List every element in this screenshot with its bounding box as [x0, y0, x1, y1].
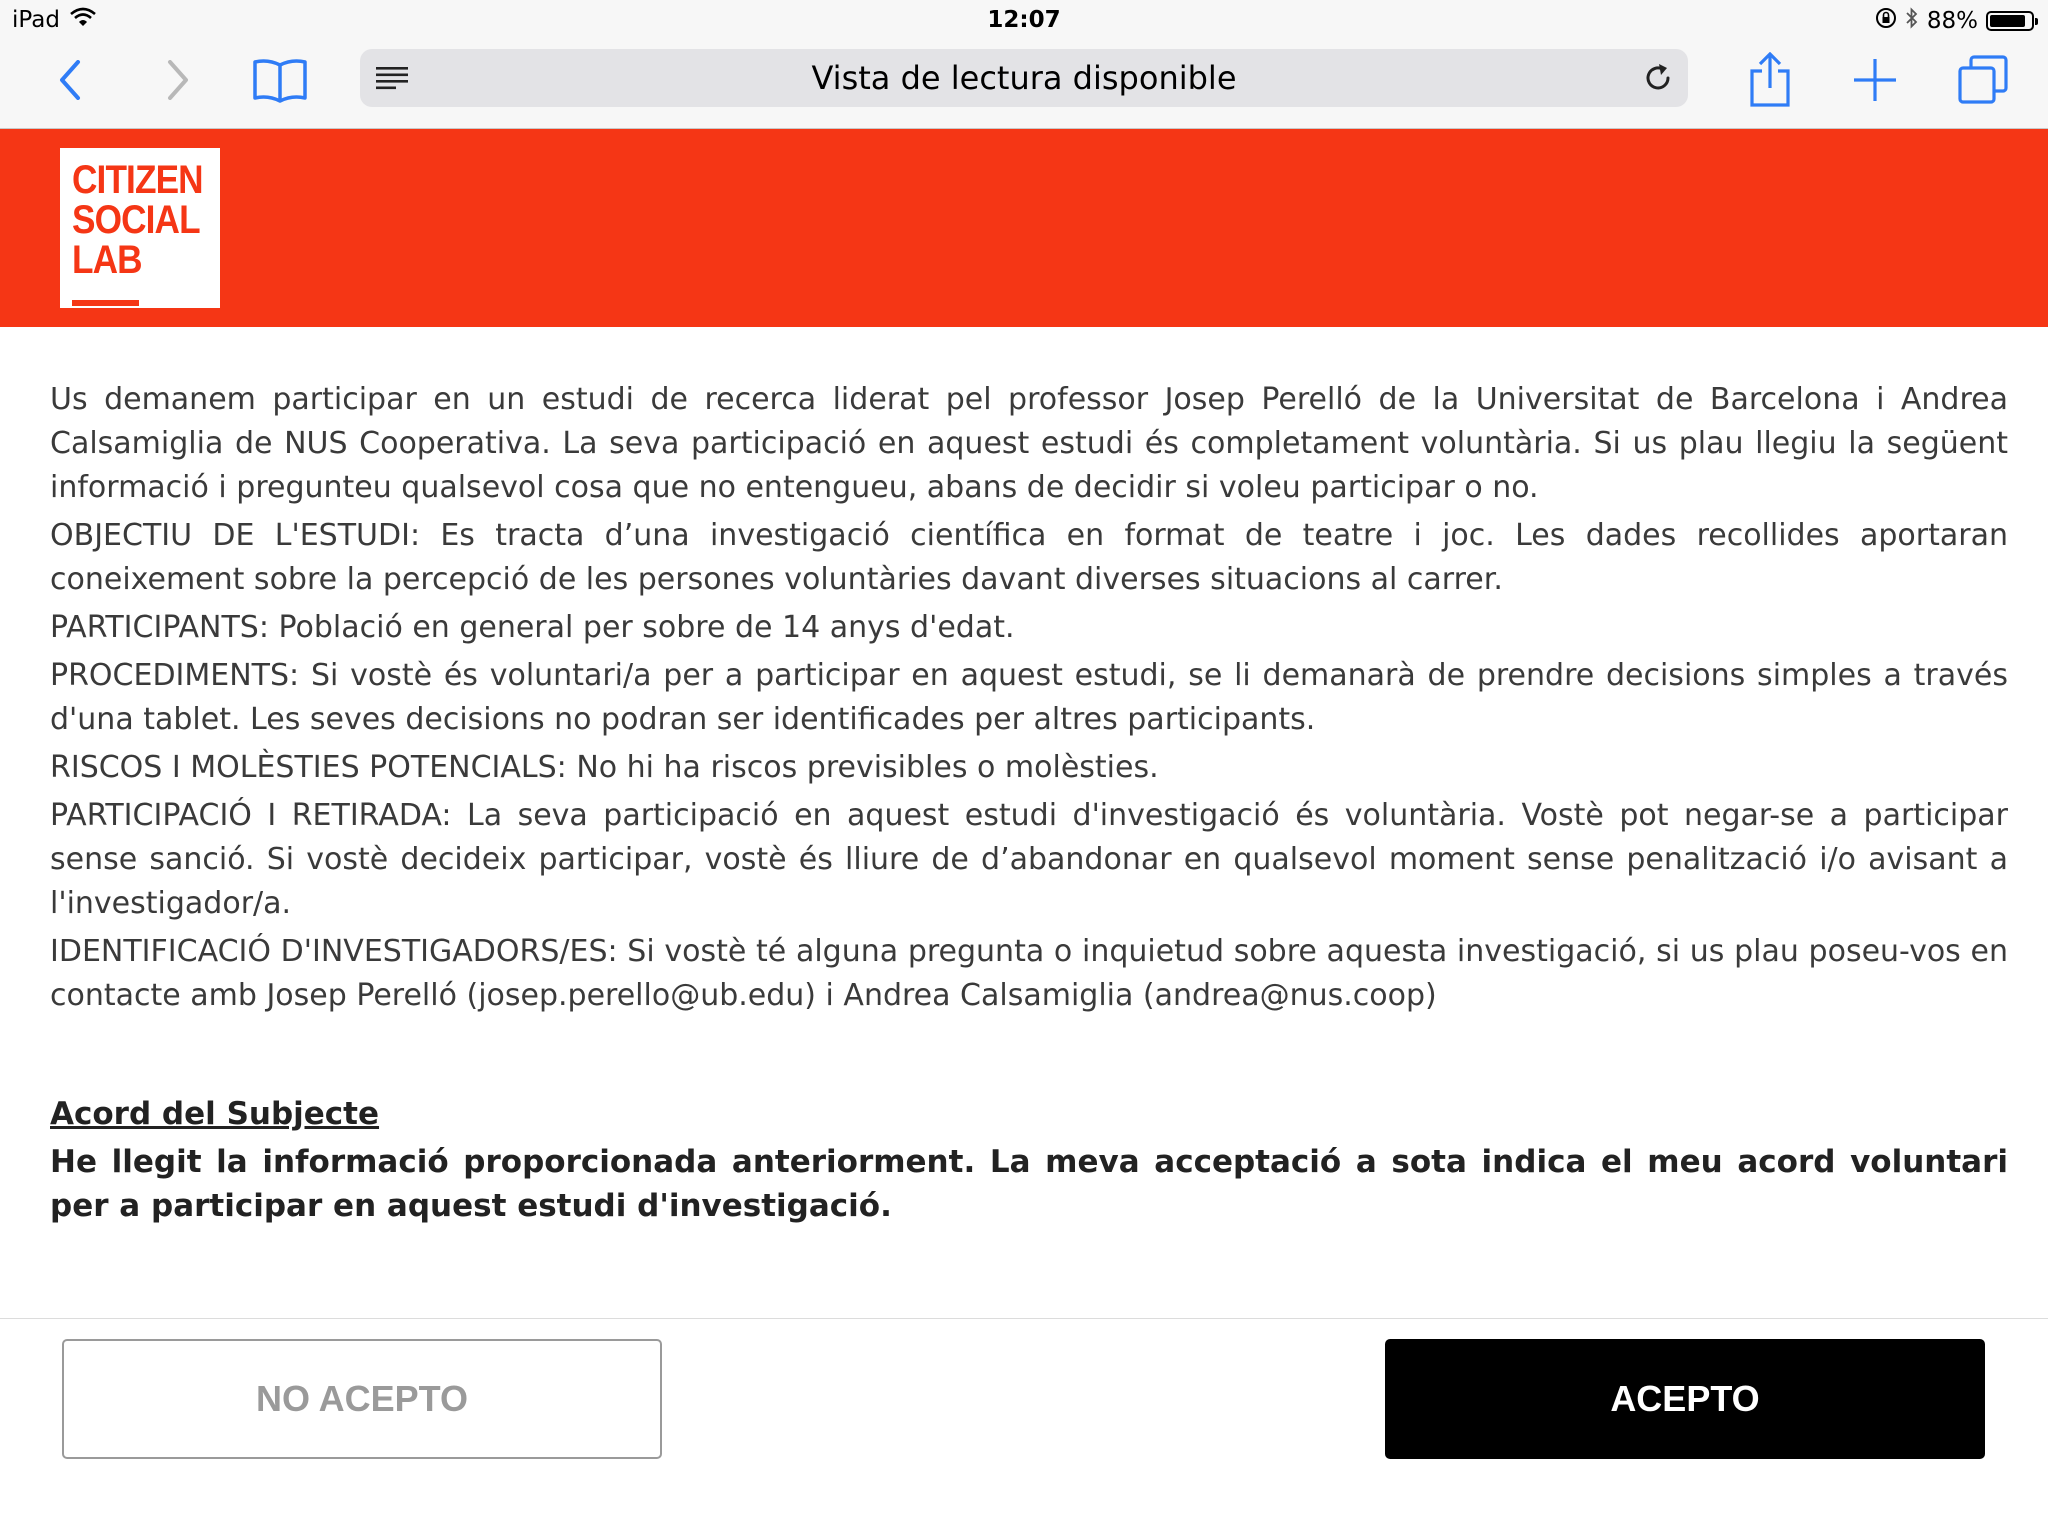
- brand-header: CITIZEN SOCIAL LAB: [0, 129, 2048, 327]
- procedures-paragraph: PROCEDIMENTS: Si vostè és voluntari/a pe…: [50, 658, 2008, 737]
- bookmarks-button[interactable]: [250, 52, 310, 112]
- status-bar: iPad 12:07 88%: [0, 0, 2048, 42]
- battery-icon: [1986, 11, 2038, 31]
- back-button[interactable]: [48, 52, 92, 112]
- participation-paragraph: PARTICIPACIÓ I RETIRADA: La seva partici…: [50, 798, 2008, 921]
- status-time: 12:07: [987, 7, 1061, 33]
- share-icon: [1748, 51, 1792, 112]
- intro-paragraph: Us demanem participar en un estudi de re…: [50, 382, 2008, 505]
- risks-paragraph: RISCOS I MOLÈSTIES POTENCIALS: No hi ha …: [50, 750, 1159, 785]
- status-right: 88%: [1875, 7, 2038, 35]
- objective-paragraph: OBJECTIU DE L'ESTUDI: Es tracta d’una in…: [50, 518, 2008, 597]
- bluetooth-icon: [1905, 7, 1919, 35]
- reload-icon[interactable]: [1642, 62, 1674, 98]
- forward-button[interactable]: [156, 52, 200, 112]
- consent-text: Us demanem participar en un estudi de re…: [50, 378, 2008, 1022]
- accept-button[interactable]: ACEPTO: [1385, 1339, 1985, 1459]
- logo-underline: [72, 300, 139, 306]
- agreement-title: Acord del Subjecte: [50, 1096, 380, 1132]
- citizen-social-lab-logo[interactable]: CITIZEN SOCIAL LAB: [60, 148, 220, 308]
- tabs-icon: [1957, 54, 2009, 110]
- new-tab-icon: [1852, 57, 1898, 107]
- battery-level: [1990, 15, 2026, 27]
- share-button[interactable]: [1742, 51, 1798, 112]
- researchers-paragraph: IDENTIFICACIÓ D'INVESTIGADORS/ES: Si vos…: [50, 934, 2008, 1013]
- decline-button[interactable]: NO ACEPTO: [62, 1339, 662, 1459]
- address-text: Vista de lectura disponible: [811, 59, 1237, 97]
- tabs-button[interactable]: [1955, 52, 2011, 112]
- participants-paragraph: PARTICIPANTS: Població en general per so…: [50, 610, 1015, 645]
- orientation-lock-icon: [1875, 7, 1897, 35]
- address-bar[interactable]: Vista de lectura disponible: [360, 49, 1688, 107]
- agreement-text: He llegit la informació proporcionada an…: [50, 1144, 2008, 1224]
- back-icon: [58, 60, 82, 104]
- action-bar: NO ACEPTO ACEPTO: [0, 1318, 2048, 1537]
- browser-toolbar: Vista de lectura disponible: [0, 42, 2048, 129]
- logo-line-2: SOCIAL: [72, 198, 201, 242]
- subject-agreement: Acord del Subjecte He llegit la informac…: [50, 1092, 2008, 1228]
- bookmarks-icon: [252, 57, 308, 107]
- logo-line-1: CITIZEN: [72, 158, 204, 202]
- forward-icon: [166, 60, 190, 104]
- logo-line-3: LAB: [72, 238, 143, 282]
- battery-percent: 88%: [1926, 8, 1978, 34]
- new-tab-button[interactable]: [1848, 52, 1902, 112]
